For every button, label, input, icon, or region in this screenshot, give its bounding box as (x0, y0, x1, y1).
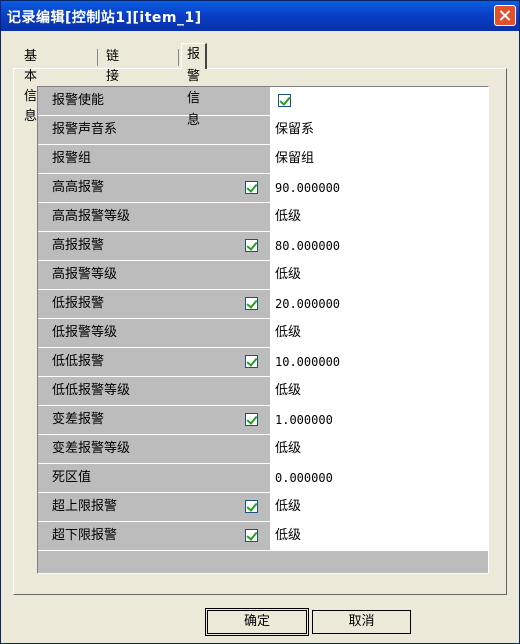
tab-separator (97, 49, 98, 66)
row-value-field[interactable]: 低级 (270, 522, 488, 550)
table-row[interactable]: 报警声音系 保留系 (38, 116, 488, 145)
tab-separator (178, 49, 179, 66)
row-value-field[interactable]: 10.000000 (270, 348, 488, 376)
row-value: 低级 (275, 383, 302, 398)
row-label: 死区值 (52, 470, 92, 485)
row-label: 低报报警 (52, 296, 105, 311)
table-row[interactable]: 死区值 0.000000 (38, 464, 488, 493)
row-label: 报警声音系 (52, 122, 118, 137)
enable-checkbox[interactable] (245, 500, 258, 513)
table-row[interactable]: 报警组 保留组 (38, 145, 488, 174)
table-row[interactable]: 变差报警等级 低级 (38, 435, 488, 464)
alarm-property-grid: 报警使能 报警声音系 保留系 报警组 保留组 高高报警 90.000000 高高报警等级 低级高… (37, 86, 489, 574)
enable-checkbox[interactable] (245, 355, 258, 368)
row-value-field[interactable]: 低级 (270, 261, 488, 289)
row-value-field[interactable]: 90.000000 (270, 174, 488, 202)
row-value: 20.000000 (275, 297, 341, 311)
row-value-field[interactable]: 低级 (270, 319, 488, 347)
table-row[interactable]: 低报警等级 低级 (38, 319, 488, 348)
table-row[interactable]: 高报警等级 低级 (38, 261, 488, 290)
dialog-window: 记录编辑[控制站1][item_1] 基本信息 链接信息 报警信息 报警使能报警… (0, 0, 520, 644)
row-value-field[interactable]: 低级 (270, 493, 488, 521)
tab-basic-info[interactable]: 基本信息 (19, 47, 42, 124)
row-value-field[interactable]: 低级 (270, 377, 488, 405)
row-value-field[interactable]: 1.000000 (270, 406, 488, 434)
table-row[interactable]: 低低报警等级 低级 (38, 377, 488, 406)
row-value: 80.000000 (275, 239, 341, 253)
row-label: 高高报警 (52, 180, 105, 195)
row-value: 低级 (275, 209, 302, 224)
tab-alarm-info[interactable]: 报警信息 (181, 43, 208, 128)
table-row[interactable]: 报警使能 (38, 87, 488, 116)
table-row[interactable]: 低低报警 10.000000 (38, 348, 488, 377)
row-value: 低级 (275, 441, 302, 456)
enable-checkbox[interactable] (245, 529, 258, 542)
row-label: 变差报警 (52, 412, 105, 427)
row-value-field[interactable]: 0.000000 (270, 464, 488, 492)
row-label: 低低报警 (52, 354, 105, 369)
row-value: 90.000000 (275, 181, 341, 195)
row-value: 低级 (275, 528, 302, 543)
row-value: 0.000000 (275, 471, 333, 485)
row-label: 超上限报警 (52, 499, 118, 514)
cancel-button[interactable]: 取消 (312, 610, 411, 634)
row-value-field[interactable]: 保留组 (270, 145, 488, 173)
enable-checkbox[interactable] (245, 181, 258, 194)
row-value: 低级 (275, 325, 302, 340)
row-label: 低报警等级 (52, 325, 118, 340)
window-title: 记录编辑[控制站1][item_1] (7, 10, 202, 26)
close-icon[interactable] (494, 5, 516, 26)
enable-checkbox[interactable] (245, 413, 258, 426)
enable-checkbox[interactable] (245, 239, 258, 252)
table-row[interactable]: 高报报警 80.000000 (38, 232, 488, 261)
table-row[interactable]: 低报报警 20.000000 (38, 290, 488, 319)
alarm-enable-checkbox[interactable] (278, 94, 291, 107)
row-label: 低低报警等级 (52, 383, 131, 398)
row-label: 报警组 (52, 151, 92, 166)
row-label: 高高报警等级 (52, 209, 131, 224)
title-bar[interactable]: 记录编辑[控制站1][item_1] (1, 1, 519, 31)
ok-button[interactable]: 确定 (205, 608, 309, 636)
row-label: 高报报警 (52, 238, 105, 253)
row-value-field[interactable]: 低级 (270, 203, 488, 231)
row-label: 变差报警等级 (52, 441, 131, 456)
row-value-field[interactable]: 80.000000 (270, 232, 488, 260)
row-value: 低级 (275, 267, 302, 282)
row-label: 超下限报警 (52, 528, 118, 543)
row-value: 保留系 (275, 122, 315, 137)
row-value: 低级 (275, 499, 302, 514)
table-row[interactable]: 超上限报警 低级 (38, 493, 488, 522)
row-value: 1.000000 (275, 413, 333, 427)
row-label: 高报警等级 (52, 267, 118, 282)
row-value: 10.000000 (275, 355, 341, 369)
row-value-field[interactable]: 低级 (270, 435, 488, 463)
table-row[interactable]: 高高报警等级 低级 (38, 203, 488, 232)
row-value-field[interactable]: 20.000000 (270, 290, 488, 318)
row-value-field[interactable]: 保留系 (270, 116, 488, 144)
enable-checkbox[interactable] (245, 297, 258, 310)
row-value-field[interactable] (270, 87, 488, 115)
row-label: 报警使能 (52, 93, 105, 108)
table-row[interactable]: 超下限报警 低级 (38, 522, 488, 551)
table-row[interactable]: 高高报警 90.000000 (38, 174, 488, 203)
tab-link-info[interactable]: 链接信息 (101, 47, 124, 124)
row-value: 保留组 (275, 151, 315, 166)
table-row[interactable]: 变差报警 1.000000 (38, 406, 488, 435)
